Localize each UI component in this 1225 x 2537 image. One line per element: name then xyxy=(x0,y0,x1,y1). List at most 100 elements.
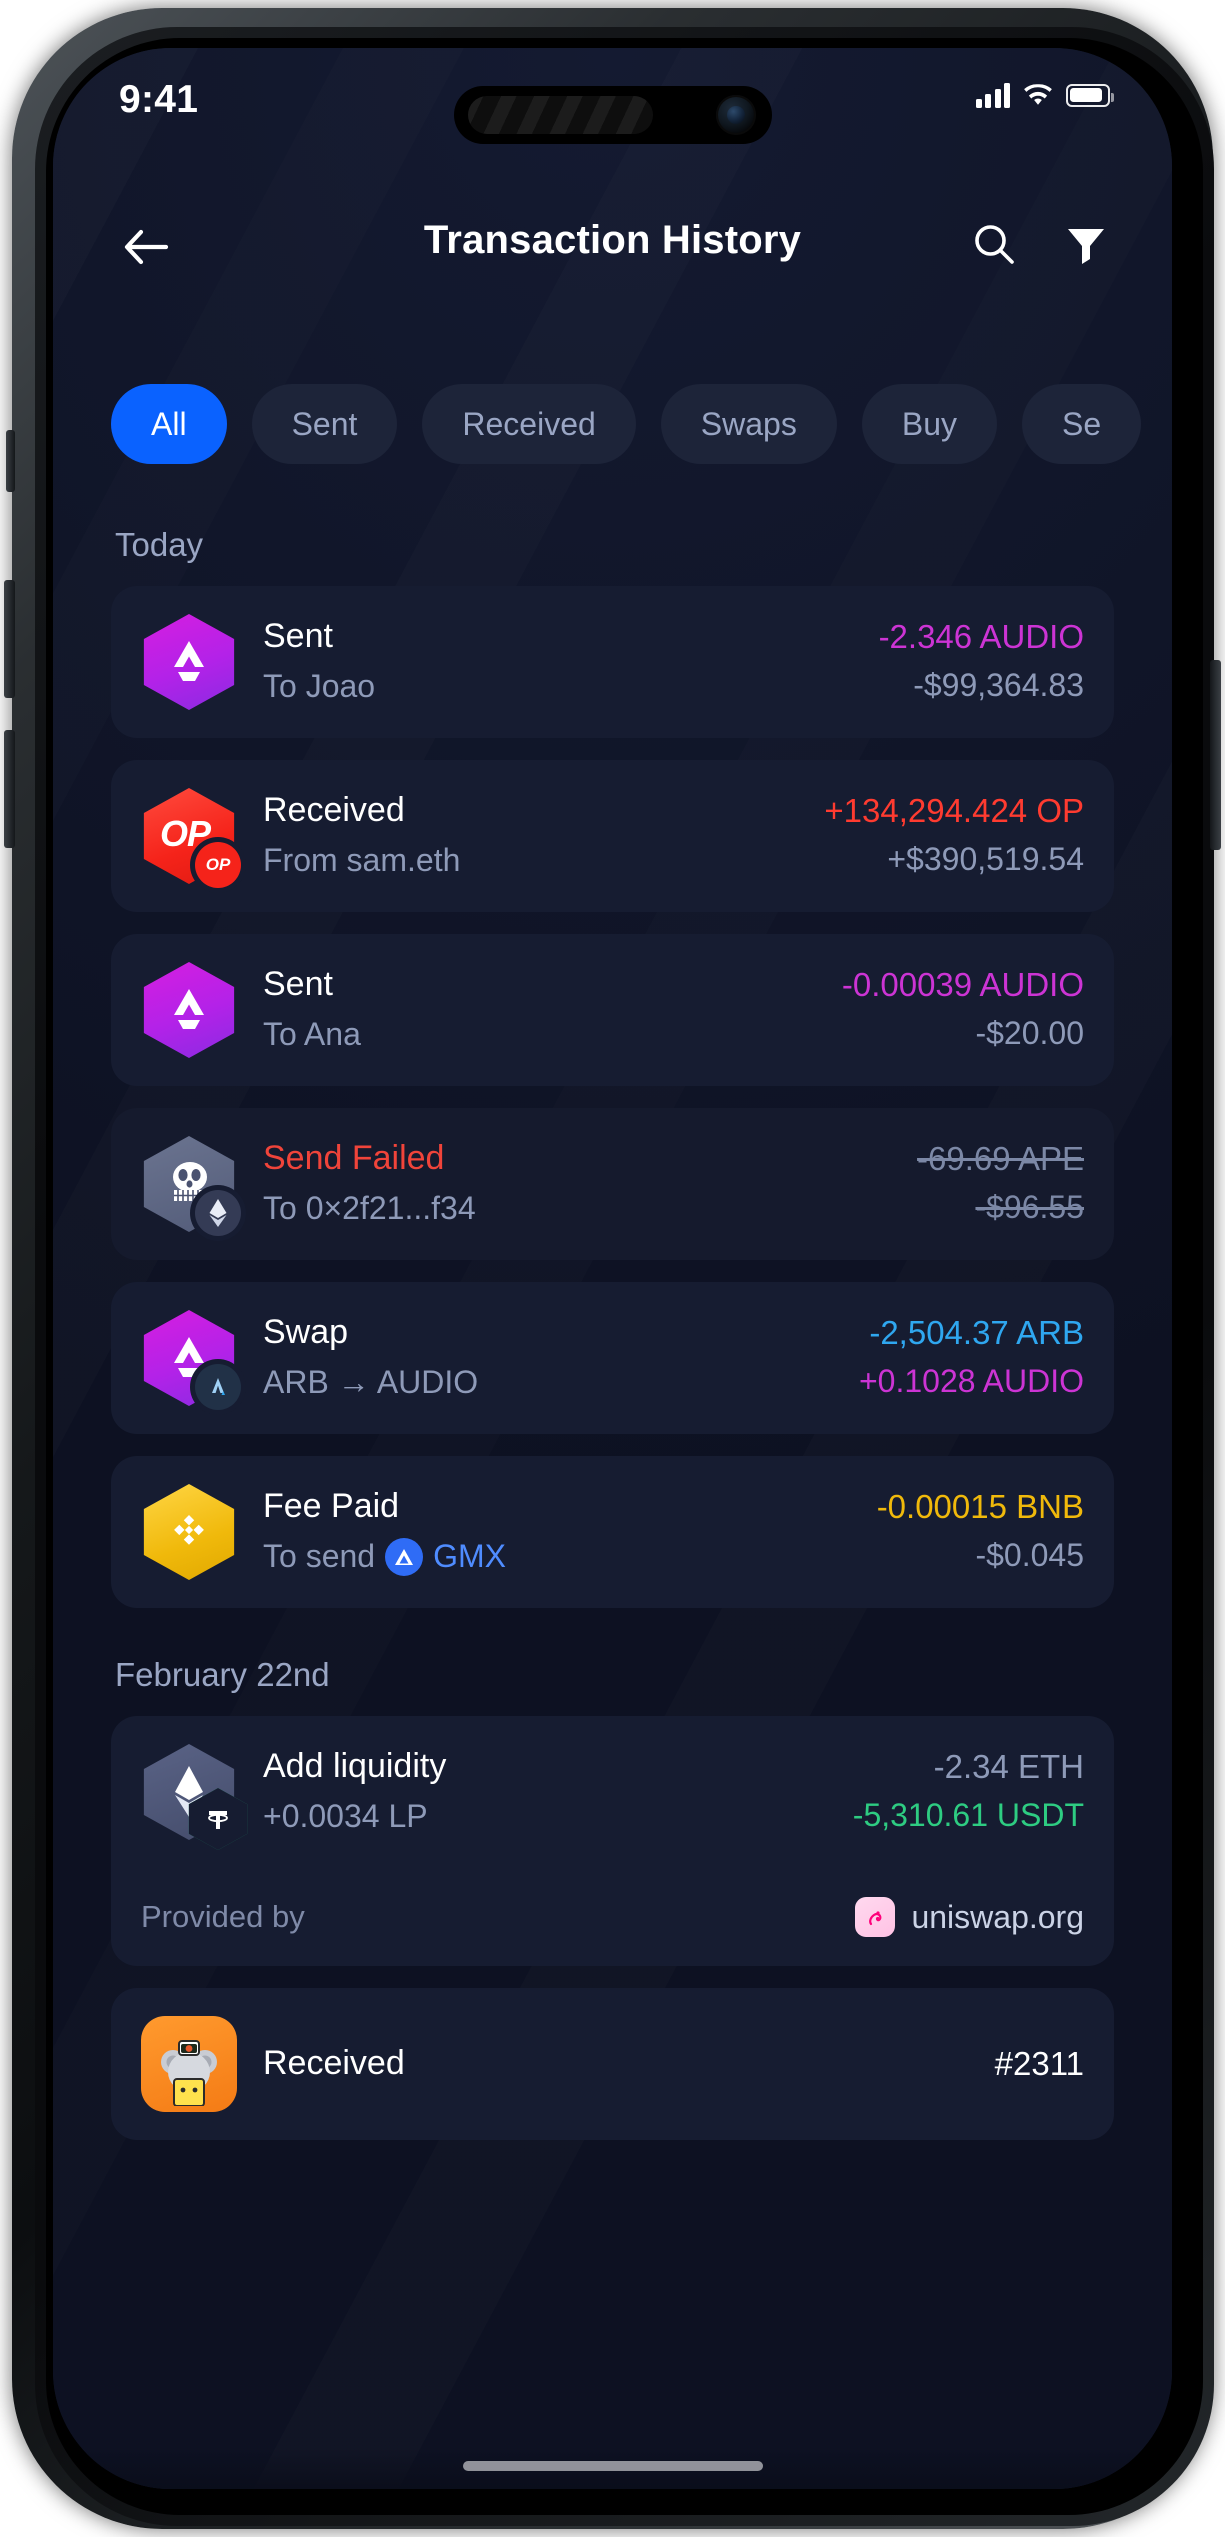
transaction-title: Sent xyxy=(263,965,333,1004)
transaction-row[interactable]: Received #2311 xyxy=(111,1988,1114,2140)
uniswap-logo-icon xyxy=(855,1897,896,1937)
transaction-amount: -69.69 APE xyxy=(917,1140,1084,1178)
provided-by-label: Provided by xyxy=(141,1899,305,1934)
cellular-signal-icon xyxy=(975,82,1010,108)
transaction-list[interactable]: Today Sent To Joao -2.346 AUDIO -$99,364… xyxy=(53,478,1172,2489)
nft-mouse-sushi-icon xyxy=(161,2040,217,2106)
transaction-fiat: -$0.045 xyxy=(975,1537,1084,1574)
wifi-icon xyxy=(1024,83,1052,105)
filter-chip-sent[interactable]: Sent xyxy=(251,384,398,464)
home-indicator[interactable] xyxy=(462,2461,763,2471)
transaction-row[interactable]: Swap ARB → AUDIO -2,504.37 ARB +0.1028 A… xyxy=(111,1282,1114,1434)
provider-name[interactable]: uniswap.org xyxy=(911,1899,1084,1936)
transaction-text: Add liquidity +0.0034 LP xyxy=(263,1746,827,1837)
arbitrum-chain-badge xyxy=(195,1364,241,1410)
transaction-row[interactable]: Sent To Ana -0.00039 AUDIO -$20.00 xyxy=(111,934,1114,1086)
transaction-fiat: -5,310.61 USDT xyxy=(852,1797,1084,1834)
transaction-fiat: -$20.00 xyxy=(975,1015,1084,1052)
transaction-text: Send Failed To 0×2f21...f34 xyxy=(263,1138,891,1229)
transaction-text: Received xyxy=(263,2043,969,2084)
gmx-token-chip[interactable]: GMX xyxy=(385,1536,506,1578)
transaction-amounts: -69.69 APE -$96.55 xyxy=(917,1139,1084,1229)
audio-token-icon xyxy=(141,614,237,710)
filter-chip-received[interactable]: Received xyxy=(422,384,636,464)
transaction-subtitle: To Joao xyxy=(263,667,376,704)
gmx-link-label[interactable]: GMX xyxy=(433,1536,506,1578)
audius-glyph-icon xyxy=(174,989,204,1029)
filter-button[interactable] xyxy=(1056,214,1116,274)
ethereum-token-icon xyxy=(141,1744,248,1850)
search-icon xyxy=(975,225,1014,264)
transaction-amount: -0.00015 BNB xyxy=(876,1488,1084,1526)
ethereum-chain-badge xyxy=(195,1190,241,1236)
fee-subtitle-prefix: To send xyxy=(263,1537,376,1574)
transaction-amounts: -2,504.37 ARB +0.1028 AUDIO xyxy=(859,1313,1084,1403)
audio-token-icon xyxy=(141,1310,241,1410)
arbitrum-glyph-icon xyxy=(212,1378,225,1395)
transaction-amounts: #2311 xyxy=(995,2044,1084,2084)
transaction-text: Sent To Ana xyxy=(263,964,816,1055)
filter-funnel-icon xyxy=(1068,229,1104,264)
transaction-text: Received From sam.eth xyxy=(263,790,798,881)
navigation-bar: Transaction History xyxy=(53,198,1172,294)
provider-info[interactable]: uniswap.org xyxy=(855,1897,1084,1937)
transaction-text: Fee Paid To send GMX xyxy=(263,1486,851,1577)
transaction-text: Sent To Joao xyxy=(263,616,853,707)
battery-icon xyxy=(1066,83,1114,107)
section-header-today: Today xyxy=(115,526,204,563)
transaction-amounts: -0.00015 BNB -$0.045 xyxy=(877,1487,1084,1577)
transaction-amount: -2.346 AUDIO xyxy=(878,618,1084,656)
phone-screen: 9:41 Transaction History All Sent Receiv… xyxy=(53,48,1172,2489)
filter-chip-swaps[interactable]: Swaps xyxy=(660,384,837,464)
transaction-amount: +134,294.424 OP xyxy=(824,792,1084,830)
transaction-title: Swap xyxy=(263,1313,349,1352)
transaction-row[interactable]: Send Failed To 0×2f21...f34 -69.69 APE -… xyxy=(111,1108,1114,1260)
section-header-february-22nd: February 22nd xyxy=(115,1656,330,1693)
tether-glyph-icon xyxy=(208,1811,228,1829)
filter-chip-all[interactable]: All xyxy=(111,384,227,464)
volume-up-button[interactable] xyxy=(4,580,15,698)
transaction-fiat: -$99,364.83 xyxy=(913,667,1084,704)
ape-token-icon xyxy=(141,1136,241,1236)
transaction-row[interactable]: Sent To Joao -2.346 AUDIO -$99,364.83 xyxy=(111,586,1114,738)
front-camera-icon xyxy=(715,95,756,135)
transaction-subtitle: +0.0034 LP xyxy=(263,1797,428,1834)
power-button[interactable] xyxy=(1210,660,1221,850)
transaction-amounts: +134,294.424 OP +$390,519.54 xyxy=(824,791,1084,881)
ethereum-glyph-icon xyxy=(209,1199,227,1227)
search-button[interactable] xyxy=(964,214,1024,274)
transaction-amounts: -2.34 ETH -5,310.61 USDT xyxy=(853,1747,1084,1837)
transaction-text: Swap ARB → AUDIO xyxy=(263,1312,833,1403)
silence-switch[interactable] xyxy=(6,430,15,492)
volume-down-button[interactable] xyxy=(4,730,15,848)
bnb-glyph-icon xyxy=(174,1515,204,1545)
transaction-title: Received xyxy=(263,2044,405,2083)
transaction-title: Received xyxy=(263,791,405,830)
bnb-token-icon xyxy=(141,1484,237,1580)
transaction-provider-footer[interactable]: Provided by uniswap.org xyxy=(111,1868,1114,1966)
transaction-subtitle: To Ana xyxy=(263,1015,361,1052)
transaction-fiat: -$96.55 xyxy=(975,1189,1084,1226)
transaction-amount: -2,504.37 ARB xyxy=(869,1314,1084,1352)
transaction-title: Add liquidity xyxy=(263,1747,447,1786)
filter-chip-row[interactable]: All Sent Received Swaps Buy Se xyxy=(53,370,1172,478)
transaction-amount: #2311 xyxy=(994,2044,1084,2082)
screenshot-root: 9:41 Transaction History All Sent Receiv… xyxy=(0,0,1225,2537)
transaction-amount: -0.00039 AUDIO xyxy=(841,966,1084,1004)
transaction-row[interactable]: Fee Paid To send GMX -0.00015 BNB -$0.04… xyxy=(111,1456,1114,1608)
transaction-subtitle: From sam.eth xyxy=(263,841,461,878)
status-indicators xyxy=(975,82,1114,108)
island-pill xyxy=(467,96,653,134)
transaction-amount: -2.34 ETH xyxy=(933,1748,1084,1786)
filter-chip-sell[interactable]: Se xyxy=(1021,384,1142,464)
transaction-row[interactable]: OP OP Received From sam.eth +134,294.424… xyxy=(111,760,1114,912)
transaction-fiat: +0.1028 AUDIO xyxy=(858,1363,1084,1400)
transaction-title: Send Failed xyxy=(263,1139,445,1178)
audio-token-icon xyxy=(141,962,237,1058)
nav-actions xyxy=(964,214,1116,274)
transaction-row[interactable]: Add liquidity +0.0034 LP -2.34 ETH -5,31… xyxy=(111,1716,1114,1868)
gmx-token-icon xyxy=(385,1537,424,1576)
gmx-glyph-icon xyxy=(395,1548,414,1565)
filter-chip-buy[interactable]: Buy xyxy=(861,384,997,464)
optimism-token-icon: OP OP xyxy=(141,788,241,888)
